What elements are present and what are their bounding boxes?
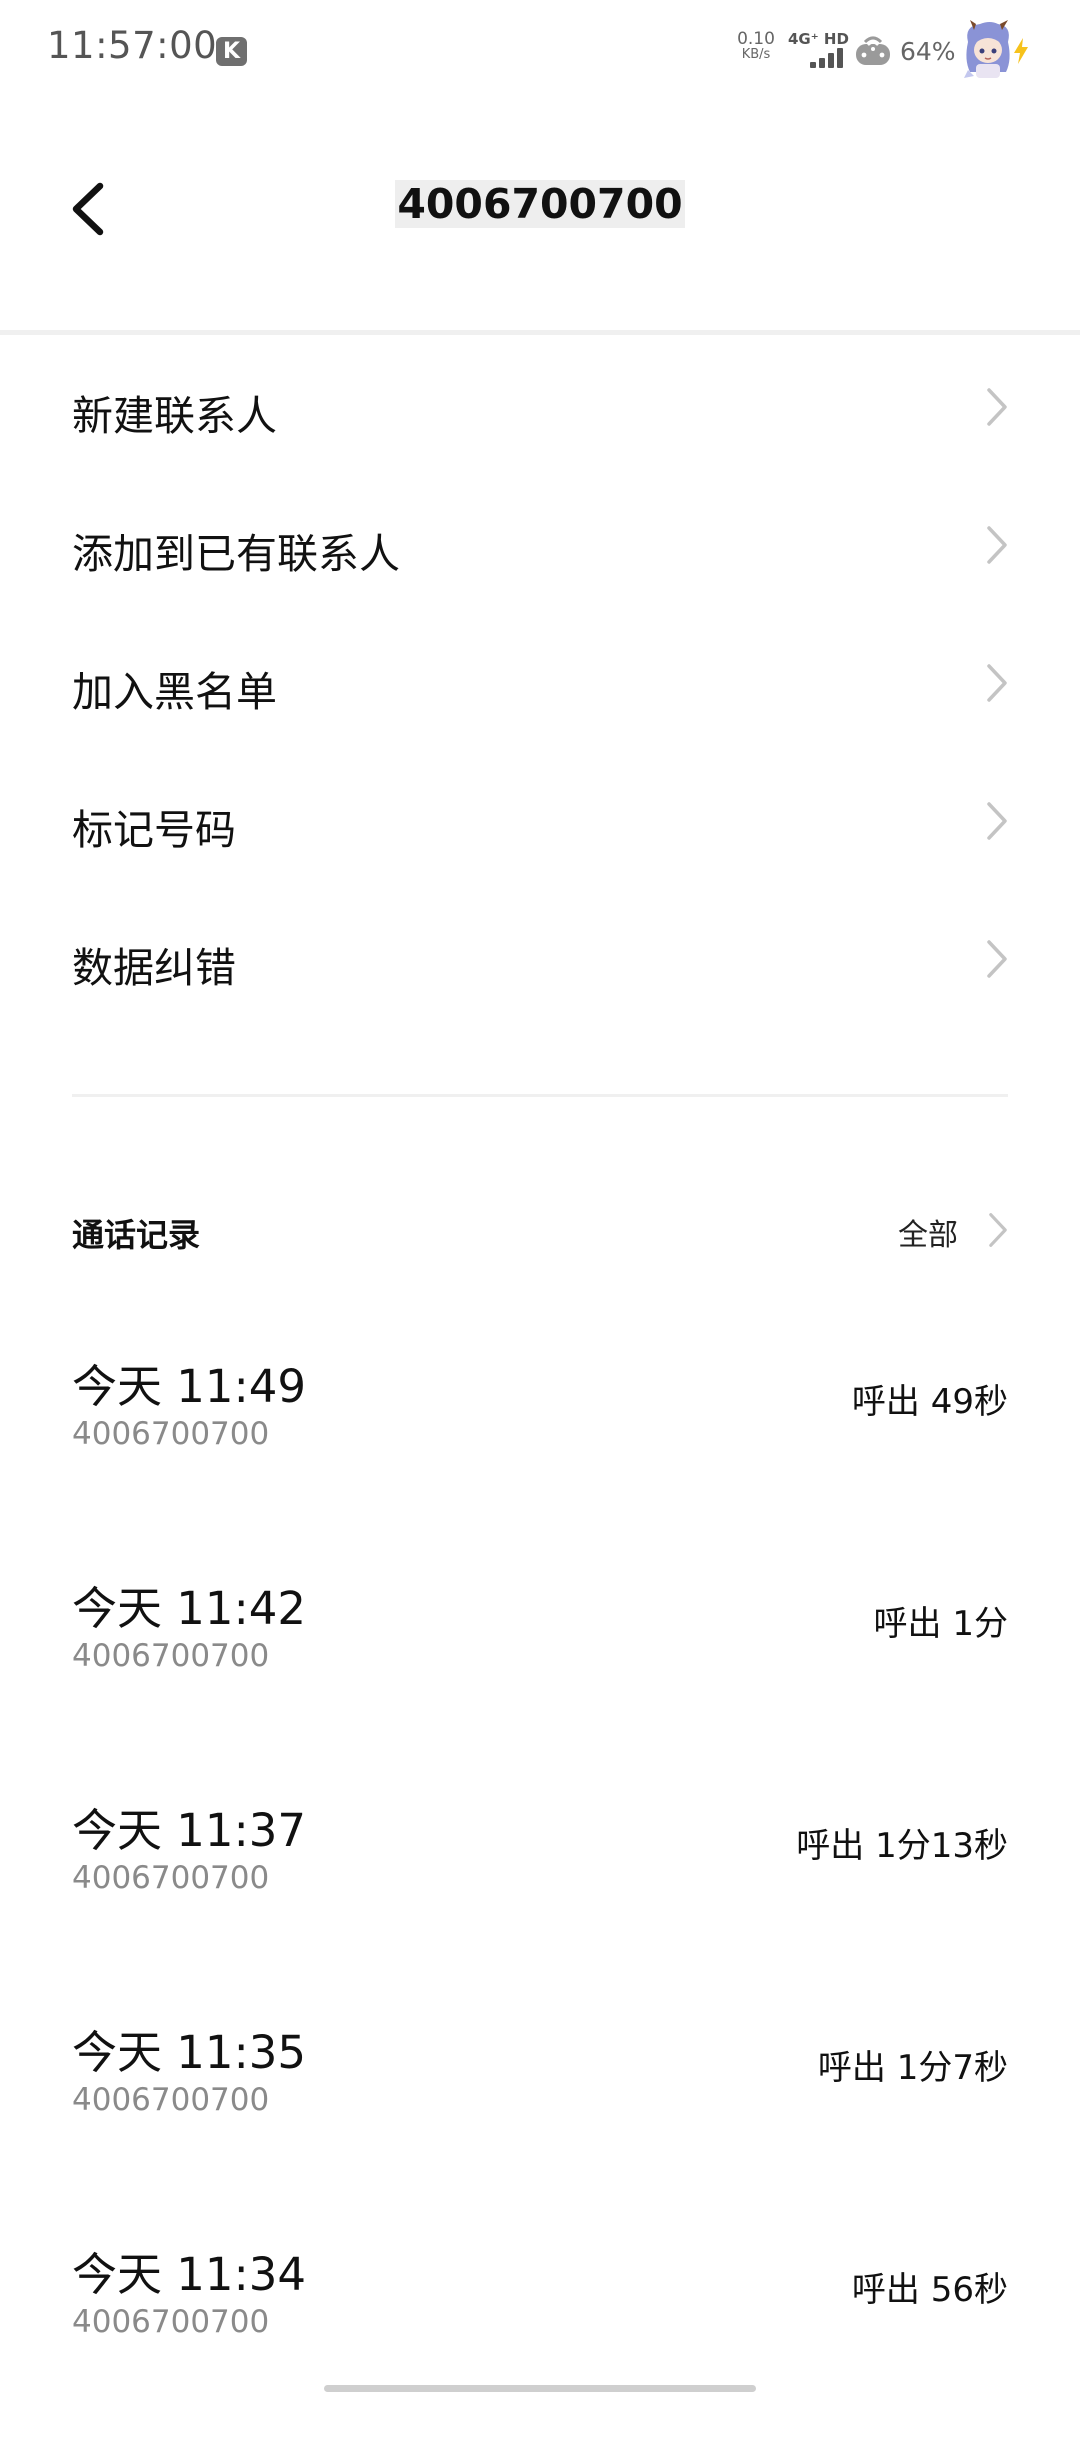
menu-item-add-to-existing-contact[interactable]: 添加到已有联系人	[0, 478, 1080, 616]
signal-strength-icon	[810, 48, 844, 68]
menu-item-new-contact[interactable]: 新建联系人	[0, 340, 1080, 478]
menu-item-label: 标记号码	[72, 806, 236, 854]
call-log-header: 通话记录 全部	[0, 1202, 1080, 1262]
menu-item-data-correction[interactable]: 数据纠错	[0, 892, 1080, 1030]
status-bar: 11:57:00 K 0.10 KB/s 4G⁺ HD 64%	[0, 0, 1080, 100]
app-notification-icon: K	[216, 37, 247, 66]
call-log-entry[interactable]: 今天 11:49 4006700700 呼出 49秒	[0, 1340, 1080, 1562]
chevron-right-icon	[987, 388, 1007, 426]
chevron-right-icon	[987, 802, 1007, 840]
game-controller-wifi-icon	[856, 36, 890, 65]
status-time: 11:57:00	[47, 24, 218, 67]
call-status: 呼出 1分7秒	[817, 2048, 1008, 2088]
section-divider	[72, 1094, 1008, 1097]
call-status: 呼出 56秒	[851, 2270, 1008, 2310]
call-log-entry[interactable]: 今天 11:34 4006700700 呼出 56秒	[0, 2228, 1080, 2450]
call-status: 呼出 1分13秒	[796, 1826, 1008, 1866]
menu-item-label: 添加到已有联系人	[72, 530, 400, 578]
home-indicator[interactable]	[324, 2385, 756, 2392]
call-time: 今天 11:35	[72, 2026, 306, 2079]
signal-type-label: 4G⁺ HD	[788, 30, 849, 48]
call-log-view-all-button[interactable]: 全部	[868, 1202, 1008, 1262]
page-title: 4006700700	[0, 180, 1080, 228]
call-number: 4006700700	[72, 1638, 270, 1674]
chevron-right-icon	[987, 940, 1007, 978]
call-number: 4006700700	[72, 2082, 270, 2118]
call-log-title: 通话记录	[72, 1216, 201, 1254]
menu-item-mark-number[interactable]: 标记号码	[0, 754, 1080, 892]
chevron-right-icon	[987, 664, 1007, 702]
menu-item-label: 新建联系人	[72, 392, 277, 440]
network-speed: 0.10 KB/s	[734, 29, 778, 63]
call-log-entry[interactable]: 今天 11:35 4006700700 呼出 1分7秒	[0, 2006, 1080, 2228]
battery-percentage: 64%	[900, 37, 956, 66]
call-number: 4006700700	[72, 1416, 270, 1452]
contact-action-menu: 新建联系人 添加到已有联系人 加入黑名单 标记号码 数据纠错	[0, 340, 1080, 1030]
network-speed-unit: KB/s	[741, 47, 771, 62]
chevron-right-icon	[987, 526, 1007, 564]
call-time: 今天 11:49	[72, 1360, 306, 1413]
header-divider	[0, 330, 1080, 335]
menu-item-label: 加入黑名单	[72, 668, 277, 716]
call-log-entry[interactable]: 今天 11:37 4006700700 呼出 1分13秒	[0, 1784, 1080, 2006]
charging-bolt-icon	[1014, 38, 1028, 64]
call-status: 呼出 1分	[873, 1604, 1008, 1644]
call-time: 今天 11:34	[72, 2248, 306, 2301]
call-number: 4006700700	[72, 2304, 270, 2340]
page-title-text: 4006700700	[395, 180, 685, 228]
chevron-right-icon	[989, 1213, 1007, 1247]
call-time: 今天 11:37	[72, 1804, 306, 1857]
call-number: 4006700700	[72, 1860, 270, 1896]
call-status: 呼出 49秒	[851, 1382, 1008, 1422]
battery-mascot-avatar-icon	[964, 20, 1010, 78]
menu-item-label: 数据纠错	[72, 944, 236, 992]
menu-item-add-to-blacklist[interactable]: 加入黑名单	[0, 616, 1080, 754]
network-speed-value: 0.10	[737, 29, 775, 49]
call-log-entry[interactable]: 今天 11:42 4006700700 呼出 1分	[0, 1562, 1080, 1784]
view-all-label: 全部	[898, 1218, 958, 1253]
call-log-list: 今天 11:49 4006700700 呼出 49秒 今天 11:42 4006…	[0, 1340, 1080, 2450]
call-time: 今天 11:42	[72, 1582, 306, 1635]
